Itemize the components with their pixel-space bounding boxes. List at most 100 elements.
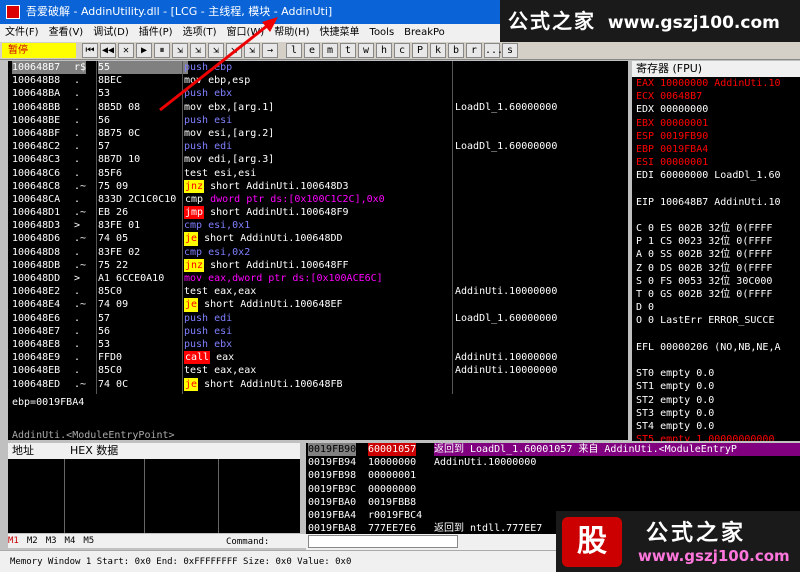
register-line[interactable]: ST2 empty 0.0 — [632, 394, 800, 407]
disasm-row[interactable]: 100648B8. 8BEC mov ebp,esp — [8, 74, 628, 87]
toolbar-letter-button[interactable]: t — [340, 43, 356, 58]
stack-row[interactable]: 0019FB9C 00000000 — [306, 483, 800, 496]
toolbar-letter-button[interactable]: ... — [484, 43, 503, 58]
register-line[interactable]: ESP 0019FB90 — [632, 130, 800, 143]
menu-item[interactable]: 查看(V) — [49, 27, 84, 38]
disasm-row[interactable]: 100648B7 r$ 55 push ebp — [8, 61, 628, 75]
register-line[interactable]: S 0 FS 0053 32位 30C000 — [632, 275, 800, 288]
register-line[interactable]: ST3 empty 0.0 — [632, 407, 800, 420]
register-line[interactable]: EFL 00000206 (NO,NB,NE,A — [632, 341, 800, 354]
disasm-row[interactable]: 100648C6. 85F6 test esi,esi — [8, 167, 628, 180]
toolbar-button[interactable]: ◀◀ — [100, 43, 116, 58]
toolbar-letter-button[interactable]: l — [286, 43, 302, 58]
toolbar-button[interactable]: ⇲ — [190, 43, 206, 58]
menu-item[interactable]: 文件(F) — [5, 27, 39, 38]
disasm-row[interactable]: 100648E6. 57 push edi LoadDl_1.60000000 — [8, 312, 628, 325]
register-line[interactable]: ST1 empty 0.0 — [632, 380, 800, 393]
register-line[interactable]: Z 0 DS 002B 32位 0(FFFF — [632, 262, 800, 275]
disasm-row[interactable]: 100648EB. 85C0 test eax,eax AddinUti.100000… — [8, 364, 628, 377]
disasm-row[interactable]: 100648C2. 57 push edi LoadDl_1.60000000 — [8, 140, 628, 153]
stack-row[interactable]: 0019FB90 60001057 返回到 LoadDl_1.60001057 来自… — [306, 443, 800, 457]
disasm-row[interactable]: 100648E9. FFD0 call eax AddinUti.10000000 — [8, 351, 628, 365]
register-line[interactable] — [632, 328, 800, 341]
disasm-row[interactable]: 100648C3. 8B7D 10 mov edi,[arg.3] — [8, 153, 628, 166]
toolbar-letter-button[interactable]: w — [358, 43, 374, 58]
register-line[interactable] — [632, 209, 800, 222]
disasm-row[interactable]: 100648CA. 833D 2C1C0C10 cmp dword ptr ds:[… — [8, 192, 628, 207]
stack-row[interactable]: 0019FB98 00000001 — [306, 469, 800, 482]
register-line[interactable]: O 0 LastErr ERROR_SUCCE — [632, 314, 800, 327]
disasm-row[interactable]: 100648BF. 8B75 0C mov esi,[arg.2] — [8, 127, 628, 140]
toolbar-letter-button[interactable]: s — [502, 43, 518, 58]
toolbar-button[interactable]: ✕ — [118, 43, 134, 58]
disasm-row[interactable]: 100648BA. 53 push ebx — [8, 87, 628, 100]
toolbar-button[interactable]: ⇲ — [172, 43, 188, 58]
registers-pane[interactable]: 寄存器 (FPU) EAX 10000000 AddinUti.10 ECX 00… — [632, 61, 800, 441]
toolbar-letter-button[interactable]: c — [394, 43, 410, 58]
memory-tab-m5[interactable]: M5 — [83, 536, 94, 546]
register-line[interactable] — [632, 183, 800, 196]
register-line[interactable]: T 0 GS 002B 32位 0(FFFF — [632, 288, 800, 301]
menu-item[interactable]: 帮助(H) — [274, 27, 309, 38]
register-line[interactable]: ST0 empty 0.0 — [632, 367, 800, 380]
disasm-row[interactable]: 100648D8. 83FE 02 cmp esi,0x2 — [8, 246, 628, 259]
toolbar-button[interactable]: ⇲ — [226, 43, 242, 58]
register-line[interactable]: P 1 CS 0023 32位 0(FFFF — [632, 235, 800, 248]
memory-tab-m2[interactable]: M2 — [27, 536, 38, 546]
register-line[interactable]: ST5 empty 1.00000000000 — [632, 433, 800, 441]
toolbar-button[interactable]: ⏸ — [154, 43, 170, 58]
register-line[interactable]: EDI 60000000 LoadDl_1.60 — [632, 169, 800, 182]
disasm-row[interactable]: 100648ED .~ 74 0C je short AddinUti.100648F… — [8, 377, 628, 391]
disasm-row[interactable]: 100648DB .~ 75 22 jnz short AddinUti.100648… — [8, 258, 628, 273]
disassembly-pane[interactable]: 100648B7 r$ 55 push ebp 100648B8. 8BEC mov ebp… — [8, 61, 628, 394]
register-line[interactable]: EDX 00000000 — [632, 103, 800, 116]
disasm-row[interactable]: 100648D3 >83FE 01 cmp esi,0x1 — [8, 219, 628, 232]
toolbar-button[interactable]: ⏮ — [82, 43, 98, 58]
register-line[interactable]: EIP 100648B7 AddinUti.10 — [632, 196, 800, 209]
menu-item[interactable]: 窗口(W) — [227, 27, 265, 38]
register-line[interactable]: EAX 10000000 AddinUti.10 — [632, 77, 800, 90]
memory-tab-m1[interactable]: M1 — [8, 536, 19, 546]
menu-item[interactable]: Tools — [370, 27, 395, 38]
disasm-row[interactable]: 100648D1 .~ EB 26 jmp short AddinUti.100648… — [8, 206, 628, 220]
disasm-row[interactable]: 100648DD > A1 6CCE0A10 mov eax,dword ptr ds… — [8, 272, 628, 285]
dump-pane[interactable] — [8, 459, 300, 533]
disasm-row[interactable]: 100648E7. 56 push esi — [8, 325, 628, 338]
memory-tab-m3[interactable]: M3 — [46, 536, 57, 546]
toolbar-button[interactable]: ⇲ — [244, 43, 260, 58]
disasm-row[interactable]: 100648BB. 8B5D 08 mov ebx,[arg.1] LoadDl_1.… — [8, 101, 628, 114]
register-line[interactable]: A 0 SS 002B 32位 0(FFFF — [632, 248, 800, 261]
menu-item[interactable]: 快捷菜单 — [320, 27, 360, 38]
register-line[interactable]: C 0 ES 002B 32位 0(FFFF — [632, 222, 800, 235]
register-line[interactable]: ST4 empty 0.0 — [632, 420, 800, 433]
register-line[interactable]: ECX 00648B7 — [632, 90, 800, 103]
toolbar-button[interactable]: ▶ — [136, 43, 152, 58]
toolbar-letter-button[interactable]: P — [412, 43, 428, 58]
menu-item[interactable]: BreakPo — [404, 27, 445, 38]
dump-col-hex[interactable]: HEX 数据 — [70, 443, 118, 459]
disasm-row[interactable]: 100648E2. 85C0 test eax,eax AddinUti.100000… — [8, 285, 628, 298]
toolbar-letter-button[interactable]: k — [430, 43, 446, 58]
menu-item[interactable]: 调试(D) — [93, 27, 129, 38]
toolbar-button[interactable]: ⇲ — [208, 43, 224, 58]
disasm-row[interactable]: 100648C8 .~ 75 09 jnz short AddinUti.100648… — [8, 179, 628, 193]
disasm-row[interactable]: 100648D6 .~ 74 05 je short AddinUti.100648D… — [8, 232, 628, 246]
disasm-row[interactable]: 100648E8. 53 push ebx — [8, 338, 628, 351]
dump-col-address[interactable]: 地址 — [12, 443, 34, 459]
toolbar-letter-button[interactable]: b — [448, 43, 464, 58]
command-input[interactable] — [308, 535, 458, 548]
toolbar-button[interactable]: → — [262, 43, 278, 58]
register-line[interactable] — [632, 354, 800, 367]
stack-row[interactable]: 0019FBA0 0019FBB8 — [306, 496, 800, 509]
register-line[interactable]: D 0 — [632, 301, 800, 314]
register-line[interactable]: ESI 00000001 — [632, 156, 800, 169]
memory-tab-m4[interactable]: M4 — [65, 536, 76, 546]
disasm-row[interactable]: 100648E4 .~ 74 09 je short AddinUti.100648E… — [8, 298, 628, 312]
toolbar-letter-button[interactable]: m — [322, 43, 338, 58]
toolbar-letter-button[interactable]: h — [376, 43, 392, 58]
menu-item[interactable]: 选项(T) — [183, 27, 217, 38]
disasm-row[interactable]: 100648BE. 56 push esi — [8, 114, 628, 127]
menu-item[interactable]: 插件(P) — [139, 27, 173, 38]
toolbar-letter-button[interactable]: e — [304, 43, 320, 58]
register-line[interactable]: EBX 00000001 — [632, 117, 800, 130]
